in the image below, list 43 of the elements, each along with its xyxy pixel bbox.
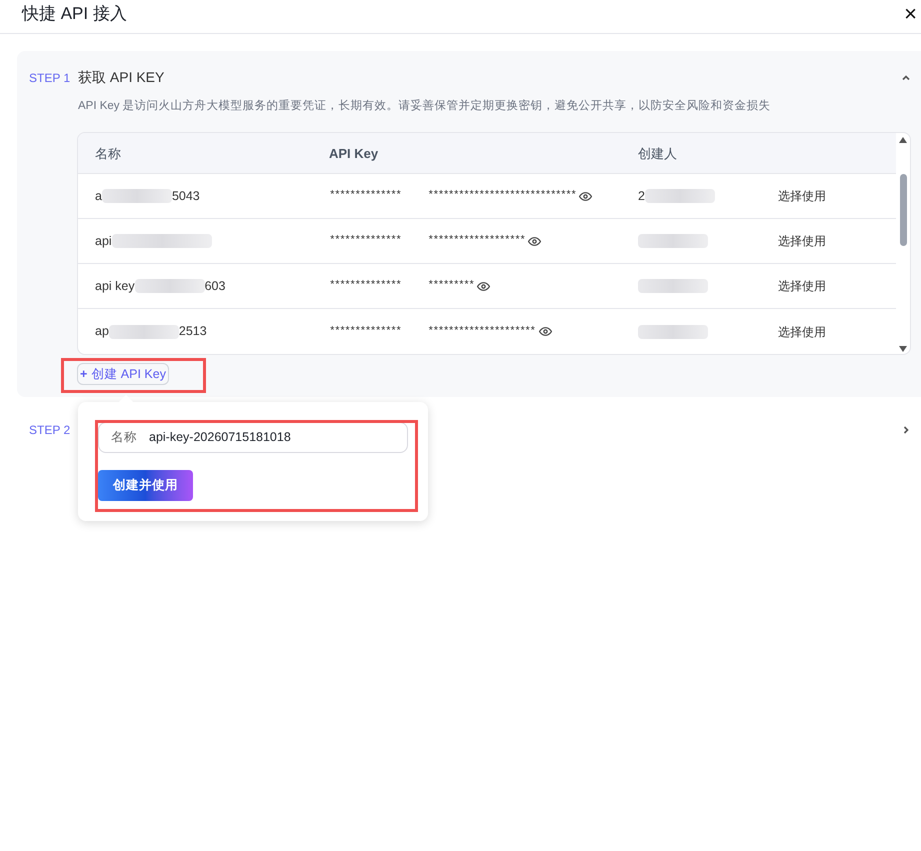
column-header: API Key <box>329 144 380 163</box>
table-cell-text: api key <box>95 278 135 295</box>
table-cell-text: 603 <box>204 278 226 295</box>
blurred-patch <box>644 189 715 204</box>
scroll-up-icon[interactable] <box>899 137 907 144</box>
column-header: 创建人 <box>638 144 677 162</box>
dialog-title: 快捷 API 接入 <box>22 2 127 25</box>
masked-key: ************** ******************* <box>329 233 524 250</box>
step-title: 获取 API KEY <box>78 68 164 87</box>
select-use-link[interactable]: 选择使用 <box>778 187 826 206</box>
chevron-up-icon[interactable] <box>901 72 911 82</box>
table-cell-text: a <box>95 188 102 205</box>
step-label: STEP 1 <box>29 70 72 86</box>
name-input-field[interactable]: 名称 api-key-20260715181018 <box>98 422 408 453</box>
blurred-patch <box>108 324 179 339</box>
create-api-key-button[interactable]: + 创建 API Key <box>77 363 169 386</box>
chevron-right-icon[interactable] <box>901 425 911 436</box>
select-use-link[interactable]: 选择使用 <box>778 322 826 341</box>
column-header: 名称 <box>94 144 122 162</box>
eye-icon[interactable] <box>477 280 490 293</box>
masked-key: ************** ********* <box>329 278 474 294</box>
blurred-patch <box>638 324 708 339</box>
create-and-use-button[interactable]: 创建并使用 <box>98 470 193 501</box>
blurred-patch <box>102 189 172 204</box>
table-cell-text: ap <box>95 323 109 340</box>
table-cell-text: 2 <box>638 188 645 205</box>
step-label: STEP 2 <box>29 422 70 440</box>
blurred-patch <box>134 279 205 294</box>
table-cell-text: api <box>95 232 112 250</box>
blurred-patch <box>638 234 708 248</box>
select-use-link[interactable]: 选择使用 <box>778 277 826 296</box>
select-use-link[interactable]: 选择使用 <box>778 232 826 250</box>
table-cell-text: 2513 <box>178 323 207 340</box>
scroll-down-icon[interactable] <box>899 346 907 352</box>
table-cell-text: 5043 <box>172 188 200 205</box>
eye-icon[interactable] <box>579 190 592 203</box>
masked-key: ************** ***************************** <box>329 188 576 204</box>
eye-icon[interactable] <box>528 234 542 248</box>
eye-icon[interactable] <box>538 325 552 338</box>
close-button[interactable]: × <box>904 2 917 24</box>
step-description: API Key 是访问火山方舟大模型服务的重要凭证，长期有效。请妥善保管并定期更换密钥，避免公开共享，以防安全风险和资金损失 <box>78 98 772 114</box>
masked-key: ************** ********************* <box>329 324 535 340</box>
blurred-patch <box>638 279 708 294</box>
